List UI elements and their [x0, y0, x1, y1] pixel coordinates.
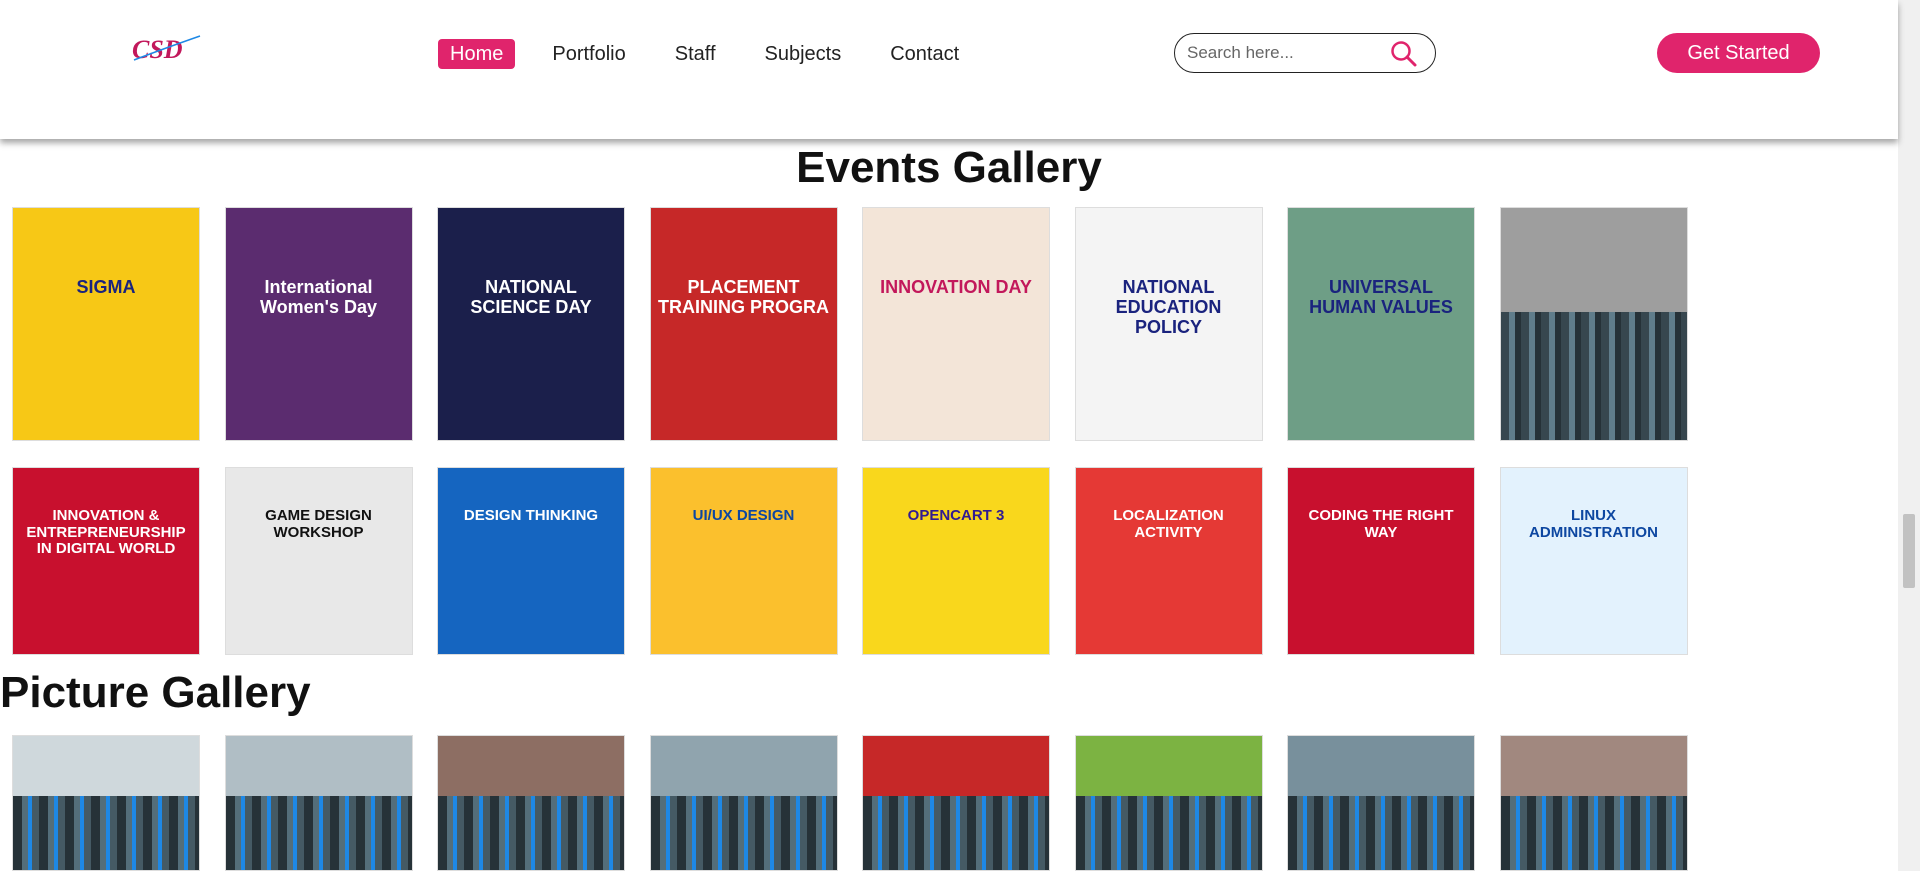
nav-subjects[interactable]: Subjects — [753, 39, 854, 69]
photo-people — [1075, 796, 1262, 870]
scrollbar-track[interactable] — [1898, 0, 1920, 871]
gallery-caption: GAME DESIGN WORKSHOP — [265, 507, 372, 541]
gallery-caption: LINUX ADMINISTRATION — [1529, 507, 1658, 541]
nav-contact[interactable]: Contact — [878, 39, 971, 69]
gallery-image[interactable] — [224, 735, 413, 871]
gallery-image[interactable]: OPENCART 3 — [862, 467, 1050, 655]
photo-people — [650, 796, 837, 870]
photo-people — [1288, 796, 1474, 870]
gallery-image[interactable]: NATIONAL SCIENCE DAY — [437, 207, 625, 441]
gallery-image[interactable] — [862, 735, 1050, 871]
picture-gallery-title: Picture Gallery — [0, 668, 311, 717]
search-input[interactable] — [1187, 42, 1387, 64]
gallery-image[interactable] — [1499, 735, 1688, 871]
gallery-caption: CODING THE RIGHT WAY — [1308, 507, 1454, 541]
gallery-image[interactable]: DESIGN THINKING — [437, 467, 625, 655]
gallery-caption: UNIVERSAL HUMAN VALUES — [1309, 277, 1453, 317]
gallery-image[interactable]: LOCALIZATION ACTIVITY — [1074, 467, 1263, 655]
gallery-image[interactable]: NATIONAL EDUCATION POLICY — [1074, 207, 1263, 441]
scrollbar-thumb[interactable] — [1903, 514, 1915, 588]
photo-people — [863, 796, 1049, 870]
gallery-image[interactable] — [1499, 207, 1688, 441]
gallery-image[interactable] — [1074, 735, 1263, 871]
photo-people — [225, 796, 412, 870]
events-gallery-title: Events Gallery — [796, 143, 1102, 192]
gallery-caption: OPENCART 3 — [907, 507, 1005, 524]
gallery-caption: DESIGN THINKING — [463, 507, 599, 524]
main-nav: Home Portfolio Staff Subjects Contact — [438, 39, 996, 69]
photo-people — [13, 796, 199, 870]
gallery-caption: PLACEMENT TRAINING PROGRA — [658, 277, 829, 317]
photo-people — [438, 796, 624, 870]
gallery-image[interactable] — [1287, 735, 1475, 871]
gallery-caption: NATIONAL EDUCATION POLICY — [1115, 277, 1222, 337]
gallery-image[interactable]: INNOVATION DAY — [862, 207, 1050, 441]
photo-people — [1500, 796, 1687, 870]
gallery-caption: INNOVATION & ENTREPRENEURSHIP IN DIGITAL… — [26, 507, 186, 557]
events-row-1: SIGMA International Women's Day NATIONAL S… — [12, 207, 1712, 441]
gallery-image[interactable]: LINUX ADMINISTRATION — [1499, 467, 1688, 655]
gallery-caption: INNOVATION DAY — [880, 277, 1032, 297]
nav-portfolio[interactable]: Portfolio — [540, 39, 637, 69]
gallery-image[interactable] — [12, 735, 200, 871]
photo-people — [1500, 312, 1687, 440]
gallery-image[interactable]: PLACEMENT TRAINING PROGRA — [649, 207, 838, 441]
gallery-image[interactable]: UI/UX DESIGN — [649, 467, 838, 655]
gallery-image[interactable]: INNOVATION & ENTREPRENEURSHIP IN DIGITAL… — [12, 467, 200, 655]
csd-logo[interactable]: CSD — [130, 30, 204, 68]
search-box — [1174, 33, 1436, 73]
gallery-image[interactable]: SIGMA — [12, 207, 200, 441]
gallery-caption: UI/UX DESIGN — [692, 507, 795, 524]
events-row-2: INNOVATION & ENTREPRENEURSHIP IN DIGITAL… — [12, 467, 1712, 655]
gallery-image[interactable]: International Women's Day — [224, 207, 413, 441]
get-started-button[interactable]: Get Started — [1657, 33, 1820, 73]
gallery-caption: LOCALIZATION ACTIVITY — [1113, 507, 1224, 541]
gallery-image[interactable] — [437, 735, 625, 871]
gallery-caption: NATIONAL SCIENCE DAY — [470, 277, 592, 317]
gallery-caption: International Women's Day — [260, 277, 377, 317]
gallery-image[interactable]: UNIVERSAL HUMAN VALUES — [1287, 207, 1475, 441]
gallery-caption: SIGMA — [76, 277, 136, 297]
gallery-image[interactable]: GAME DESIGN WORKSHOP — [224, 467, 413, 655]
logo-text: CSD — [132, 35, 183, 64]
search-icon[interactable] — [1389, 40, 1419, 68]
gallery-image[interactable]: CODING THE RIGHT WAY — [1287, 467, 1475, 655]
nav-staff[interactable]: Staff — [663, 39, 728, 69]
picture-row — [12, 735, 1712, 871]
gallery-image[interactable] — [649, 735, 838, 871]
nav-home[interactable]: Home — [438, 39, 516, 69]
site-header: CSD Home Portfolio Staff Subjects Contac… — [0, 0, 1898, 139]
